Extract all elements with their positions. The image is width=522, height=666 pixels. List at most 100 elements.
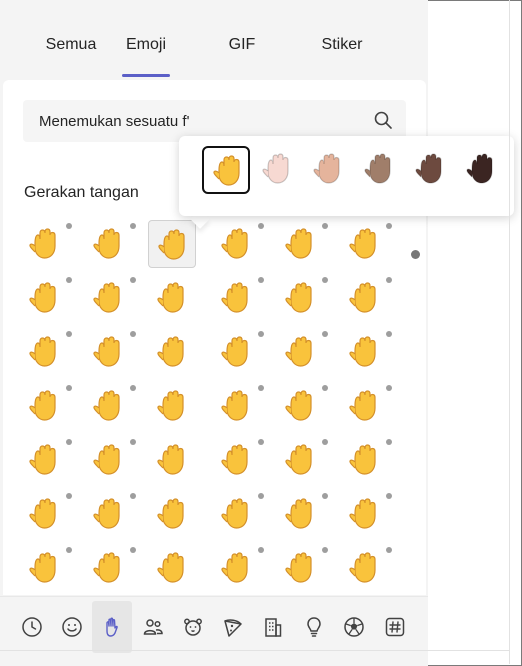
skin-tone-indicator	[130, 385, 136, 391]
skin-tone-indicator	[322, 223, 328, 229]
raised-back-of-hand-icon	[93, 228, 120, 259]
skin-tone-medium-light[interactable]	[304, 146, 352, 194]
raising-hands-emoji[interactable]	[212, 490, 260, 538]
rightwards-hand-emoji[interactable]	[340, 220, 388, 268]
writing-hand-icon	[221, 552, 248, 583]
tab-gif[interactable]: GIF	[224, 36, 260, 56]
skin-tone-indicator	[66, 385, 72, 391]
heart-hands-icon	[285, 498, 312, 529]
category-lightbulb-button[interactable]	[294, 601, 334, 653]
skin-tone-indicator	[322, 547, 328, 553]
backhand-index-pointing-up-emoji[interactable]	[276, 382, 324, 430]
section-title: Gerakan tangan	[24, 184, 139, 201]
picker-tabs: Semua Emoji GIF Stiker	[0, 0, 428, 84]
skin-tone-indicator	[258, 385, 264, 391]
category-soccer-ball-button[interactable]	[334, 601, 374, 653]
raised-hand-icon	[221, 228, 248, 259]
skin-tone-popup	[179, 136, 514, 216]
nail-polish-emoji[interactable]	[276, 544, 324, 592]
selfie-emoji[interactable]	[340, 544, 388, 592]
left-facing-fist-emoji[interactable]	[20, 490, 68, 538]
right-facing-fist-emoji[interactable]	[84, 490, 132, 538]
waving-hand-emoji[interactable]	[20, 220, 68, 268]
open-hands-emoji[interactable]	[340, 490, 388, 538]
category-clock-button[interactable]	[12, 601, 52, 653]
crossed-fingers-emoji[interactable]	[212, 328, 260, 376]
call-me-hand-emoji[interactable]	[84, 382, 132, 430]
skin-tone-default[interactable]	[202, 146, 250, 194]
skin-tone-light[interactable]	[253, 146, 301, 194]
palm-down-hand-icon	[93, 282, 120, 313]
clapping-hands-emoji[interactable]	[148, 490, 196, 538]
tab-stiker[interactable]: Stiker	[318, 36, 366, 56]
raised-hand-emoji[interactable]	[212, 220, 260, 268]
category-hand-button[interactable]	[92, 601, 132, 653]
skin-tone-indicator	[322, 439, 328, 445]
palm-up-hand-icon	[157, 282, 184, 313]
victory-hand-emoji[interactable]	[148, 328, 196, 376]
selfie-icon	[349, 552, 376, 583]
skin-tone-medium[interactable]	[355, 146, 403, 194]
raised-back-of-hand-emoji[interactable]	[84, 220, 132, 268]
pinching-hand-emoji[interactable]	[84, 328, 132, 376]
skin-tone-indicator	[258, 439, 264, 445]
thumbs-down-icon	[221, 444, 248, 475]
pinched-fingers-emoji[interactable]	[20, 328, 68, 376]
category-smiley-button[interactable]	[52, 601, 92, 653]
sign-of-the-horns-emoji[interactable]	[20, 382, 68, 430]
love-you-gesture-emoji[interactable]	[340, 328, 388, 376]
search-icon[interactable]	[373, 110, 393, 130]
thumbs-up-emoji[interactable]	[148, 436, 196, 484]
thumbs-up-icon	[157, 444, 184, 475]
tab-emoji[interactable]: Emoji	[122, 36, 170, 56]
hand-with-fingers-splayed-emoji[interactable]	[148, 220, 196, 268]
index-pointing-at-the-viewer-icon	[93, 444, 120, 475]
category-food-button[interactable]	[213, 601, 253, 653]
index-pointing-up-emoji[interactable]	[20, 436, 68, 484]
pinched-fingers-icon	[29, 336, 56, 367]
category-building-button[interactable]	[253, 601, 293, 653]
category-people-button[interactable]	[133, 601, 173, 653]
skin-tone-indicator	[258, 223, 264, 229]
backhand-index-pointing-down-emoji[interactable]	[340, 382, 388, 430]
active-tab-indicator	[122, 74, 170, 77]
backhand-index-pointing-left-emoji[interactable]	[148, 382, 196, 430]
palms-up-together-emoji[interactable]	[20, 544, 68, 592]
folded-hands-emoji[interactable]	[148, 544, 196, 592]
vulcan-salute-icon	[285, 228, 312, 259]
heart-hands-emoji[interactable]	[276, 490, 324, 538]
hashtag-icon	[385, 617, 405, 637]
hand-icon	[106, 617, 118, 637]
skin-tone-indicator	[66, 439, 72, 445]
skin-tone-dark[interactable]	[457, 146, 505, 194]
rightwards-pushing-hand-icon	[285, 282, 312, 313]
handshake-icon	[93, 552, 120, 583]
vulcan-salute-emoji[interactable]	[276, 220, 324, 268]
clapping-hands-icon	[157, 498, 184, 529]
tab-semua[interactable]: Semua	[44, 36, 98, 56]
thumbs-down-emoji[interactable]	[212, 436, 260, 484]
leftwards-pushing-hand-emoji[interactable]	[212, 274, 260, 322]
palm-down-hand-emoji[interactable]	[84, 274, 132, 322]
oncoming-fist-emoji[interactable]	[340, 436, 388, 484]
rightwards-pushing-hand-emoji[interactable]	[276, 274, 324, 322]
index-pointing-at-the-viewer-emoji[interactable]	[84, 436, 132, 484]
category-hashtag-button[interactable]	[375, 601, 415, 653]
ok-hand-emoji[interactable]	[340, 274, 388, 322]
backhand-index-pointing-right-emoji[interactable]	[212, 382, 260, 430]
leftwards-pushing-hand-icon	[221, 282, 248, 313]
skin-tone-indicator	[258, 547, 264, 553]
skin-tone-indicator	[386, 223, 392, 229]
scrollbar-thumb[interactable]	[411, 250, 420, 259]
handshake-emoji[interactable]	[84, 544, 132, 592]
category-animal-button[interactable]	[173, 601, 213, 653]
raised-fist-emoji[interactable]	[276, 436, 324, 484]
skin-tone-medium-dark[interactable]	[406, 146, 454, 194]
hand-with-fingers-splayed-icon	[158, 229, 185, 260]
leftwards-hand-emoji[interactable]	[20, 274, 68, 322]
palm-up-hand-emoji[interactable]	[148, 274, 196, 322]
writing-hand-emoji[interactable]	[212, 544, 260, 592]
hand-with-index-finger-and-thumb-crossed-emoji[interactable]	[276, 328, 324, 376]
edge-divider	[509, 0, 510, 664]
bottom-divider	[0, 650, 510, 651]
